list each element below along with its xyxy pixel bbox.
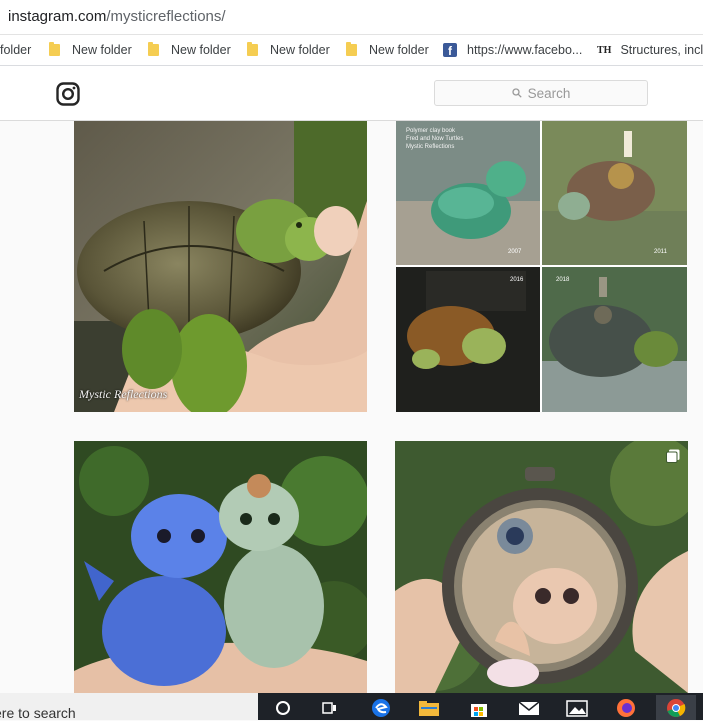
taskbar-search-box[interactable]: ere to search [0, 693, 258, 721]
year-label: 2011 [654, 249, 667, 255]
edge-icon[interactable] [366, 695, 396, 720]
folder-icon [346, 42, 357, 56]
collage-title: Polymer clay book Fred and Now Turtles M… [406, 128, 464, 150]
bookmark-label: https://www.facebo... [467, 43, 583, 57]
bookmark-label: New folder [72, 43, 132, 57]
post-caption: Mystic Reflections [79, 387, 168, 401]
folder-icon [49, 42, 60, 56]
bookmark-label: New folder [171, 43, 231, 57]
url-host: instagram.com [8, 8, 107, 25]
tortoise-collage-photo [396, 121, 687, 412]
bookmark-folder[interactable]: New folder [346, 41, 429, 59]
windows-taskbar: ere to search [0, 693, 703, 721]
multiple-images-icon [666, 449, 680, 463]
bookmark-structures[interactable]: TH Structures, inclu [597, 41, 703, 59]
instagram-header: Search [0, 66, 703, 121]
bookmark-label: folder [0, 43, 32, 57]
mail-icon[interactable] [514, 695, 544, 720]
post-thumbnail[interactable]: Mystic Reflections [74, 121, 367, 412]
tortoise-photo [74, 121, 367, 412]
photos-icon[interactable] [562, 695, 592, 720]
search-icon [511, 88, 522, 98]
search-input[interactable]: Search [434, 80, 648, 106]
instagram-logo-icon[interactable] [56, 82, 80, 106]
url-text[interactable]: instagram.com/mysticreflections/ [8, 8, 226, 25]
folder-icon [148, 42, 159, 56]
taskbar-search-text: ere to search [0, 705, 76, 721]
year-label: 2007 [508, 249, 522, 255]
pocket-watch-photo [395, 441, 688, 693]
th-icon: TH [597, 44, 612, 56]
bookmark-folder[interactable]: folder [0, 41, 31, 59]
year-label: 2016 [510, 277, 524, 283]
bookmark-folder[interactable]: New folder [49, 41, 132, 59]
cortana-circle-icon[interactable] [268, 695, 298, 720]
facebook-icon: f [443, 43, 457, 57]
search-placeholder: Search [527, 85, 571, 101]
year-label: 2018 [556, 277, 570, 283]
firefox-icon[interactable] [611, 695, 641, 720]
store-icon[interactable] [464, 695, 494, 720]
bookmark-folder[interactable]: New folder [148, 41, 231, 59]
address-bar[interactable]: instagram.com/mysticreflections/ [0, 0, 703, 35]
chrome-icon[interactable] [656, 695, 696, 720]
bookmark-label: New folder [369, 43, 429, 57]
folder-icon [247, 42, 258, 56]
post-thumbnail[interactable] [395, 441, 688, 693]
post-thumbnail[interactable]: Polymer clay book Fred and Now Turtles M… [396, 121, 687, 412]
bookmark-label: Structures, inclu [620, 43, 703, 57]
file-explorer-icon[interactable] [414, 695, 444, 720]
bookmark-facebook[interactable]: f https://www.facebo... [443, 41, 582, 59]
bookmark-label: New folder [270, 43, 330, 57]
dragons-photo [74, 441, 367, 693]
bookmark-folder[interactable]: New folder [247, 41, 330, 59]
bookmarks-bar: folder New folder New folder New folder … [0, 35, 703, 66]
url-path: /mysticreflections/ [106, 8, 226, 25]
post-thumbnail[interactable] [74, 441, 367, 693]
task-view-icon[interactable] [315, 695, 345, 720]
